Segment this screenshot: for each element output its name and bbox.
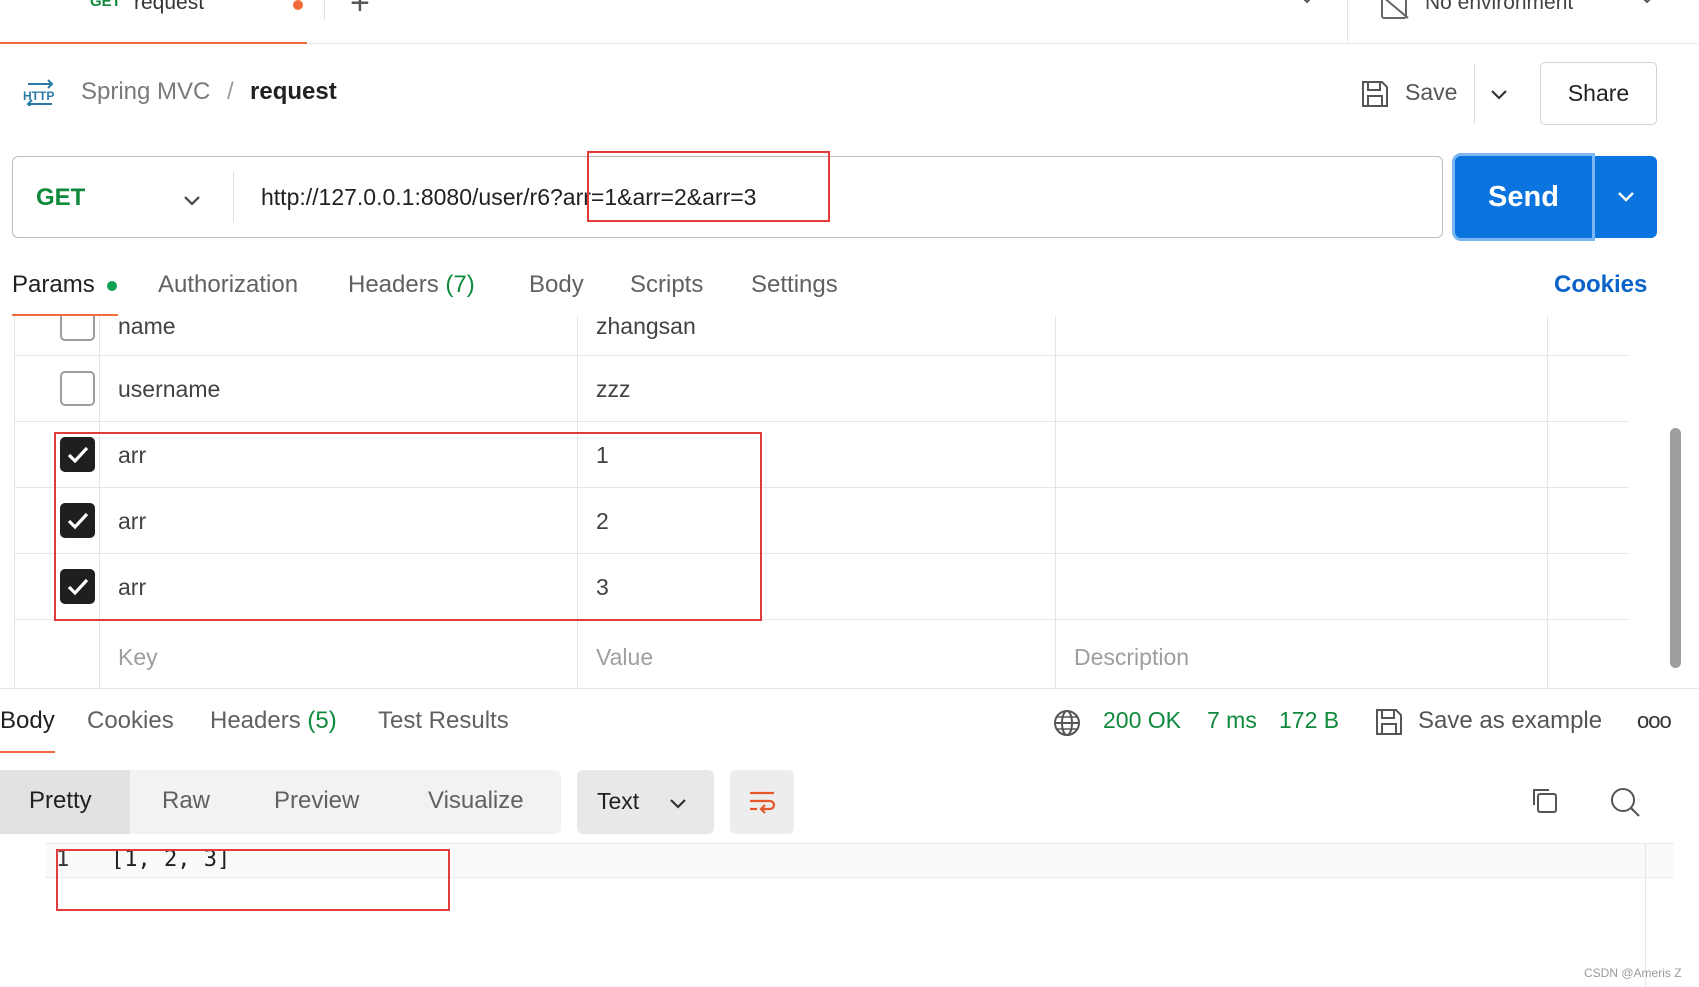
more-options-icon[interactable]: ooo [1637,708,1672,734]
param-value[interactable]: zzz [596,376,631,403]
tab-scripts[interactable]: Scripts [630,271,703,299]
response-tab-test-results[interactable]: Test Results [378,707,509,735]
view-mode-visualize[interactable]: Visualize [428,787,524,815]
view-mode-segmented-control: Pretty Raw Preview Visualize [0,770,561,834]
params-scrollbar[interactable] [1670,428,1681,668]
tab-method-label: GET [90,0,121,10]
table-row: name zhangsan [15,316,1629,356]
send-chevron-down-icon [1618,192,1634,202]
view-mode-pretty[interactable]: Pretty [29,787,92,815]
params-active-dot-icon [107,281,117,291]
breadcrumb-request-name[interactable]: request [250,78,337,106]
view-mode-raw[interactable]: Raw [162,787,210,815]
tabs-chevron-down-icon[interactable] [1296,0,1318,15]
table-row: username zzz [15,356,1629,422]
breadcrumb-separator: / [227,78,234,105]
annotation-box-url-query [587,151,830,222]
copy-icon[interactable] [1529,785,1559,820]
format-chevron-down-icon [668,794,688,819]
param-value[interactable]: zhangsan [596,316,696,340]
param-checkbox[interactable] [60,371,95,406]
tab-headers[interactable]: Headers (7) [348,271,475,299]
save-icon[interactable] [1360,79,1390,114]
response-size[interactable]: 172 B [1279,707,1339,734]
method-chevron-down-icon[interactable] [181,190,203,217]
param-key[interactable]: name [118,316,176,340]
format-label: Text [597,788,640,814]
method-divider [233,172,234,222]
send-button[interactable]: Send [1455,156,1592,238]
save-divider [1474,64,1475,124]
tab-separator [324,0,325,20]
param-checkbox[interactable] [60,316,95,341]
cookies-link[interactable]: Cookies [1554,271,1647,299]
save-example-icon[interactable] [1374,707,1404,742]
http-protocol-icon: HTTP [22,78,58,111]
globe-icon[interactable] [1052,708,1082,743]
response-headers-label: Headers [210,707,301,734]
response-time[interactable]: 7 ms [1207,707,1257,734]
param-key[interactable]: username [118,376,220,403]
response-tab-body[interactable]: Body [0,707,55,735]
response-tab-cookies[interactable]: Cookies [87,707,174,735]
response-divider [0,688,1699,689]
environment-selector[interactable]: No environment [1425,0,1573,15]
annotation-box-arr-params [54,432,762,621]
body-tab-underline [0,751,55,753]
new-value-input[interactable]: Value [596,644,653,671]
no-environment-icon [1380,0,1410,25]
tab-title: request [134,0,205,14]
tab-settings[interactable]: Settings [751,271,838,299]
response-headers-count: (5) [307,707,337,734]
headers-count: (7) [445,271,475,298]
annotation-box-response-body [56,849,450,911]
format-select[interactable]: Text [577,770,714,834]
share-button[interactable]: Share [1540,62,1657,125]
tab-params[interactable]: Params [12,271,95,299]
breadcrumb-collection[interactable]: Spring MVC [81,78,210,106]
watermark: CSDN @Ameris Z [1584,966,1682,980]
save-options-chevron-down-icon[interactable] [1488,84,1510,111]
tab-headers-label: Headers [348,271,439,298]
response-status[interactable]: 200 OK [1103,707,1181,734]
new-tab-button[interactable]: + [350,0,370,23]
svg-text:HTTP: HTTP [23,89,54,103]
environment-chevron-down-icon[interactable] [1636,0,1658,15]
method-select[interactable]: GET [36,184,85,212]
wrap-lines-icon [750,791,776,814]
tab-authorization[interactable]: Authorization [158,271,298,299]
wrap-lines-button[interactable] [730,770,794,834]
search-icon[interactable] [1609,786,1641,823]
tab-body[interactable]: Body [529,271,584,299]
request-tab-strip: GET request + No environment [0,0,1699,44]
table-row-empty: Key Value Description [15,620,1629,686]
save-as-example-button[interactable]: Save as example [1418,707,1602,735]
environment-divider [1347,0,1348,44]
send-options-button[interactable] [1595,156,1657,238]
new-key-input[interactable]: Key [118,644,158,671]
view-mode-preview[interactable]: Preview [274,787,359,815]
request-tab[interactable]: GET request [0,0,307,44]
new-description-input[interactable]: Description [1074,644,1189,671]
response-tab-headers[interactable]: Headers (5) [210,707,337,735]
unsaved-dot-icon [293,0,303,10]
save-button[interactable]: Save [1405,79,1457,106]
